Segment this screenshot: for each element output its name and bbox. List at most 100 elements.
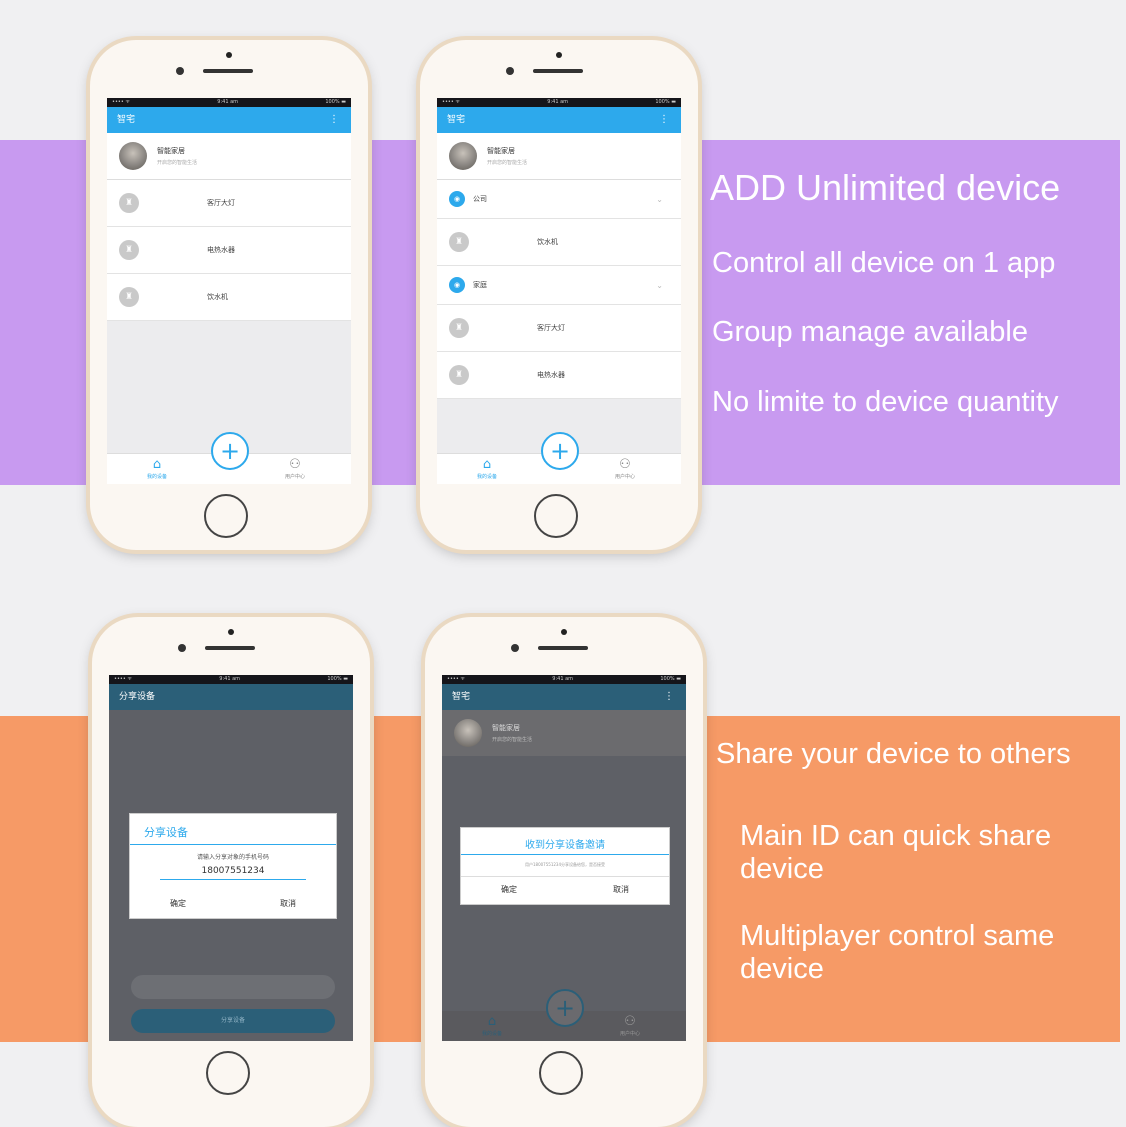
app-bar: 智宅 ⋮ <box>107 107 351 133</box>
device-row[interactable]: ♜ 电热水器 <box>437 352 681 399</box>
add-device-button[interactable]: + <box>211 432 249 470</box>
tab-label: 用户中心 <box>284 474 305 480</box>
app-title: 智宅 <box>117 115 136 125</box>
status-time: 9:41 am <box>552 676 574 682</box>
add-device-button[interactable]: + <box>541 432 579 470</box>
group-icon: ◉ <box>449 191 465 207</box>
tab-my-devices[interactable]: ⌂ 我的设备 <box>127 457 187 480</box>
phone-screen: •••• ᯤ 9:41 am 100% ▬ 分享设备 分享设备 请输入分享对象的… <box>109 675 353 1041</box>
dialog-hint: 请输入分享对象的手机号码 <box>196 854 269 861</box>
group-name: 家庭 <box>473 281 487 289</box>
tab-label: 我的设备 <box>481 1031 502 1037</box>
camera <box>561 629 567 635</box>
avatar <box>449 142 477 170</box>
speaker <box>205 646 255 650</box>
phone-screen: •••• ᯤ 9:41 am 100% ▬ 智宅 ⋮ 智能家居 开启您的智能生活… <box>437 98 681 484</box>
accept-button[interactable]: 确定 <box>501 884 517 895</box>
status-bar: •••• ᯤ 9:41 am 100% ▬ <box>437 98 681 107</box>
dialog-title: 收到分享设备邀请 <box>525 840 605 851</box>
profile-card[interactable]: 智能家居 开启您的智能生活 <box>437 133 681 180</box>
more-menu-icon[interactable]: ⋮ <box>659 107 669 133</box>
tab-user-center[interactable]: ⚇ 用户中心 <box>600 1014 660 1037</box>
device-name: 电热水器 <box>537 371 565 379</box>
app-title: 智宅 <box>452 692 471 702</box>
dialog-title: 分享设备 <box>144 826 188 839</box>
more-menu-icon[interactable]: ⋮ <box>664 684 674 710</box>
add-device-button[interactable]: + <box>546 989 584 1027</box>
dialog-message: 用户18007551234分享设备给您，是否接受 <box>525 862 605 867</box>
device-row[interactable]: ♜ 客厅大灯 <box>107 180 351 227</box>
profile-name: 智能家居 <box>157 147 185 155</box>
signal-indicator: •••• ᯤ <box>447 676 465 682</box>
group-header[interactable]: ◉ 家庭 ⌄ <box>437 266 681 305</box>
share-device-button[interactable]: 分享设备 <box>131 1009 335 1033</box>
group-name: 公司 <box>473 195 487 203</box>
device-row[interactable]: ♜ 饮水机 <box>107 274 351 321</box>
status-bar: •••• ᯤ 9:41 am 100% ▬ <box>442 675 686 684</box>
group-icon: ◉ <box>449 277 465 293</box>
feature-multiplayer: Multiplayer control same device <box>740 920 1055 985</box>
home-button[interactable] <box>539 1051 583 1095</box>
sensor <box>176 67 184 75</box>
cancel-button[interactable]: 取消 <box>280 898 296 909</box>
user-icon: ⚇ <box>619 457 631 472</box>
profile-card[interactable]: 智能家居 开启您的智能生活 <box>442 710 686 756</box>
home-button[interactable] <box>206 1051 250 1095</box>
phone-number-input[interactable]: 18007551234 <box>160 866 306 880</box>
signal-indicator: •••• ᯤ <box>442 99 460 105</box>
camera <box>228 629 234 635</box>
home-button[interactable] <box>204 494 248 538</box>
phone-share-dialog: •••• ᯤ 9:41 am 100% ▬ 分享设备 分享设备 请输入分享对象的… <box>92 617 370 1127</box>
home-button[interactable] <box>534 494 578 538</box>
input-placeholder-bar[interactable] <box>131 975 335 999</box>
share-invite-dialog: 收到分享设备邀请 用户18007551234分享设备给您，是否接受 确定 取消 <box>460 827 670 905</box>
device-icon: ♜ <box>119 240 139 260</box>
sensor <box>506 67 514 75</box>
app-bar: 智宅 ⋮ <box>442 684 686 710</box>
app-title: 分享设备 <box>119 692 156 702</box>
app-bar: 分享设备 <box>109 684 353 710</box>
status-bar: •••• ᯤ 9:41 am 100% ▬ <box>109 675 353 684</box>
decline-button[interactable]: 取消 <box>613 884 629 895</box>
profile-card[interactable]: 智能家居 开启您的智能生活 <box>107 133 351 180</box>
tab-user-center[interactable]: ⚇ 用户中心 <box>595 457 655 480</box>
headline-add-unlimited: ADD Unlimited device <box>710 167 1061 208</box>
battery-indicator: 100% ▬ <box>655 99 676 105</box>
device-row[interactable]: ♜ 饮水机 <box>437 219 681 266</box>
signal-indicator: •••• ᯤ <box>112 99 130 105</box>
share-dialog: 分享设备 请输入分享对象的手机号码 18007551234 确定 取消 <box>129 813 337 919</box>
device-icon: ♜ <box>449 232 469 252</box>
avatar <box>119 142 147 170</box>
home-icon: ⌂ <box>482 457 492 472</box>
tab-my-devices[interactable]: ⌂ 我的设备 <box>462 1014 522 1037</box>
divider <box>461 876 669 877</box>
tab-user-center[interactable]: ⚇ 用户中心 <box>265 457 325 480</box>
device-name: 客厅大灯 <box>207 199 235 207</box>
device-name: 客厅大灯 <box>537 324 565 332</box>
device-icon: ♜ <box>119 287 139 307</box>
feature-control-all: Control all device on 1 app <box>712 247 1056 279</box>
device-name: 电热水器 <box>207 246 235 254</box>
profile-name: 智能家居 <box>492 724 520 732</box>
tab-label: 我的设备 <box>476 474 497 480</box>
tab-label: 用户中心 <box>614 474 635 480</box>
status-time: 9:41 am <box>217 99 239 105</box>
device-name: 饮水机 <box>207 293 228 301</box>
feature-group-manage: Group manage available <box>712 316 1028 348</box>
group-header[interactable]: ◉ 公司 ⌄ <box>437 180 681 219</box>
home-icon: ⌂ <box>487 1014 497 1029</box>
more-menu-icon[interactable]: ⋮ <box>329 107 339 133</box>
phone-device-list: •••• ᯤ 9:41 am 100% ▬ 智宅 ⋮ 智能家居 开启您的智能生活… <box>90 40 368 550</box>
device-row[interactable]: ♜ 客厅大灯 <box>437 305 681 352</box>
tab-my-devices[interactable]: ⌂ 我的设备 <box>457 457 517 480</box>
speaker <box>538 646 588 650</box>
phone-screen: •••• ᯤ 9:41 am 100% ▬ 智宅 ⋮ 智能家居 开启您的智能生活… <box>442 675 686 1041</box>
tab-label: 我的设备 <box>146 474 167 480</box>
profile-name: 智能家居 <box>487 147 515 155</box>
device-row[interactable]: ♜ 电热水器 <box>107 227 351 274</box>
battery-indicator: 100% ▬ <box>327 676 348 682</box>
signal-indicator: •••• ᯤ <box>114 676 132 682</box>
speaker <box>203 69 253 73</box>
confirm-button[interactable]: 确定 <box>170 898 186 909</box>
app-bar: 智宅 ⋮ <box>437 107 681 133</box>
